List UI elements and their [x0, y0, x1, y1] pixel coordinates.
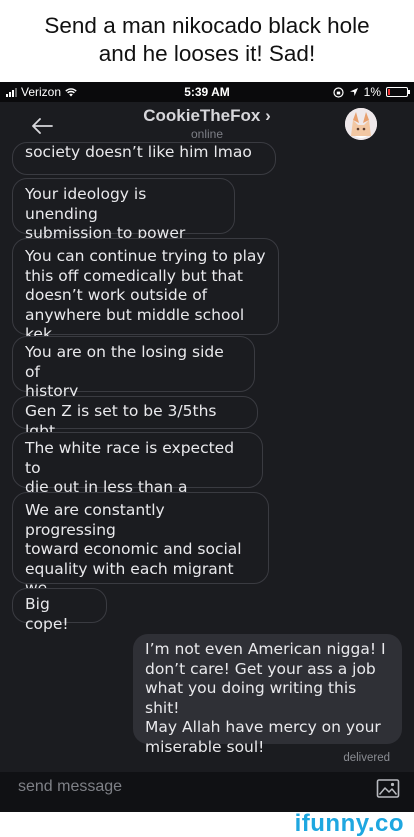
- message-text-line: May Allah have mercy on your: [145, 718, 381, 736]
- message-bubble-incoming[interactable]: Big cope!: [12, 588, 107, 633]
- status-right: 1%: [333, 85, 410, 99]
- orientation-lock-icon: [333, 86, 344, 98]
- fox-avatar-icon: [345, 108, 377, 140]
- composer: [0, 772, 414, 812]
- message-text-line: Big cope!: [25, 595, 69, 633]
- message-text-line: society doesn’t like him lmao: [25, 143, 252, 161]
- watermark: ifunny.co: [0, 810, 414, 837]
- watermark-text: ifunny.co: [294, 810, 404, 837]
- message-text-line: doesn’t work outside of: [25, 286, 208, 304]
- location-icon: [349, 88, 358, 96]
- caption-line-2: and he looses it! Sad!: [98, 41, 316, 66]
- phone-screen: Verizon 5:39 AM 1% CookieTheFox › online: [0, 82, 414, 812]
- avatar[interactable]: [345, 108, 377, 140]
- caption-line-1: Send a man nikocado black hole: [44, 13, 370, 38]
- message-bubble-incoming[interactable]: You are on the losing side of history: [12, 336, 255, 400]
- delivered-label: delivered: [343, 752, 390, 764]
- message-bubble-incoming[interactable]: society doesn’t like him lmao: [12, 142, 276, 175]
- message-text-line: Your ideology is unending: [25, 185, 147, 223]
- message-bubble-incoming[interactable]: The white race is expected to die out in …: [12, 432, 263, 516]
- message-text-line: this off comedically but that: [25, 266, 243, 285]
- message-text-line: The white race is expected to: [25, 439, 235, 477]
- message-bubble-incoming[interactable]: Gen Z is set to be 3/5ths lgbt: [12, 396, 258, 440]
- message-text-line: what you doing writing this shit!: [145, 679, 357, 717]
- message-bubble-incoming[interactable]: Your ideology is unending submission to p…: [12, 178, 235, 242]
- message-text-line: don’t care! Get your ass a job: [145, 659, 376, 678]
- message-bubble-incoming[interactable]: We are constantly progressing toward econ…: [12, 492, 269, 617]
- battery-icon: [386, 87, 410, 97]
- image-attach-icon[interactable]: [376, 778, 400, 800]
- battery-percent: 1%: [363, 85, 381, 99]
- message-input[interactable]: [18, 776, 338, 798]
- message-text-line: toward economic and social: [25, 540, 242, 558]
- status-bar: Verizon 5:39 AM 1%: [0, 82, 414, 102]
- message-text-line: You can continue trying to play: [25, 247, 266, 265]
- message-text-line: You are on the losing side of: [25, 343, 224, 381]
- meme-caption: Send a man nikocado black hole and he lo…: [0, 0, 414, 82]
- message-bubble-outgoing[interactable]: I’m not even American nigga! Idon’t care…: [133, 634, 402, 756]
- message-bubble-incoming[interactable]: You can continue trying to play this off …: [12, 238, 279, 343]
- message-text-line: We are constantly progressing: [25, 501, 165, 539]
- message-text-line: I’m not even American nigga! I: [145, 640, 386, 658]
